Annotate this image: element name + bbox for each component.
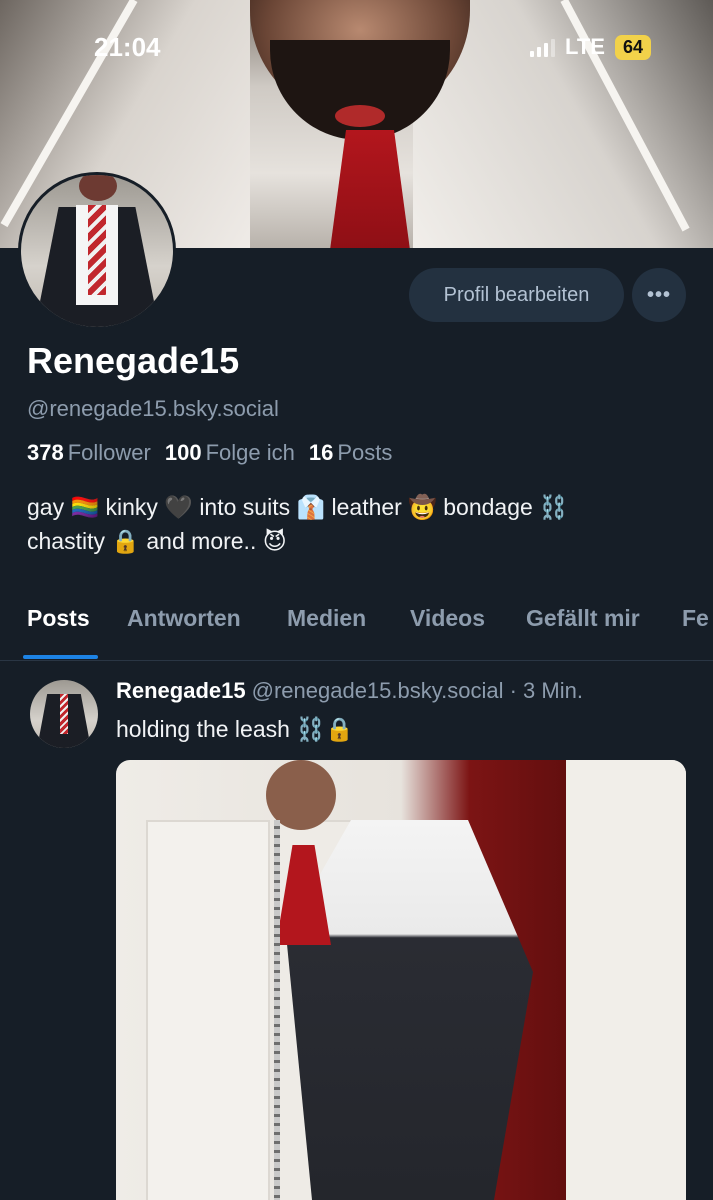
posts-label: Posts [337,440,393,465]
following-count: 100 [164,440,202,465]
tab-feeds[interactable]: Fe [682,605,709,632]
profile-tabs: Posts Antworten Medien Videos Gefällt mi… [0,605,713,661]
posts-stat: 16 Posts [309,440,393,466]
followers-count: 378 [27,440,64,465]
followers-label: Follower [67,440,151,465]
signal-icon [530,37,556,57]
post-image-person [286,820,533,1200]
profile-bio: gay 🏳️‍🌈 kinky 🖤 into suits 👔 leather 🤠 … [27,494,568,554]
status-indicators: LTE 64 [530,34,651,60]
status-time: 21:04 [94,32,161,62]
following-label: Folge ich [205,440,295,465]
banner-tie [330,130,410,248]
battery-icon: 64 [614,34,651,60]
post-image-door [146,820,270,1200]
display-name: Renegade15 [27,340,240,381]
profile-stats: 378 Follower 100 Folge ich 16 Posts [27,440,392,466]
avatar-head [79,175,117,201]
post-text: holding the leash ⛓️🔒 [116,716,354,742]
post-avatar-tie [60,694,68,734]
post-time: · 3 Min. [509,678,583,703]
banner-mouth [335,105,385,127]
post-header: Renegade15 @renegade15.bsky.social · 3 Mi… [116,678,583,704]
avatar-tie [88,205,106,295]
edit-profile-button[interactable]: Profil bearbeiten [409,268,624,322]
tab-likes[interactable]: Gefällt mir [526,605,640,632]
post-author-avatar[interactable] [30,680,98,748]
more-options-button[interactable]: ••• [632,268,686,322]
tab-replies[interactable]: Antworten [127,605,241,632]
posts-count: 16 [308,440,334,465]
post-image-chain [274,820,280,1200]
profile-handle: @renegade15.bsky.social [27,396,279,421]
tab-videos[interactable]: Videos [410,605,485,632]
active-tab-indicator [23,655,98,659]
tab-media[interactable]: Medien [287,605,366,632]
following-stat[interactable]: 100 Folge ich [165,440,295,466]
tab-posts[interactable]: Posts [27,605,90,632]
network-label: LTE [565,34,605,59]
post-image[interactable] [116,760,686,1200]
profile-avatar[interactable] [18,172,176,330]
followers-stat[interactable]: 378 Follower [27,440,151,466]
post-author-name[interactable]: Renegade15 [116,678,246,703]
post-author-handle[interactable]: @renegade15.bsky.social [252,678,504,703]
post-image-wall [566,760,686,1200]
